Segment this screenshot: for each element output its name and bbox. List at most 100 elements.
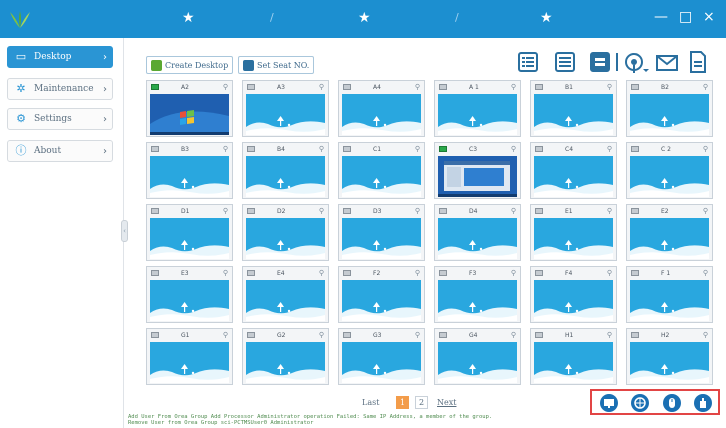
link-icon[interactable]: ⚲ [607,83,612,91]
mail-icon[interactable] [656,54,678,72]
sidebar-item-settings[interactable]: ⚙ Settings › [7,108,113,130]
desktop-tile[interactable]: B4 ⚲ [242,142,329,199]
tile-name: A2 [181,84,189,91]
link-icon[interactable]: ⚲ [511,207,516,215]
link-icon[interactable]: ⚲ [511,145,516,153]
sidebar-collapse-handle[interactable]: ‹ [121,220,128,242]
desktop-screen-thumbnail [342,218,421,259]
link-icon[interactable]: ⚲ [703,145,708,153]
detail-list-icon[interactable] [555,52,575,72]
desktop-tile[interactable]: A2 ⚲ [146,80,233,137]
link-icon[interactable]: ⚲ [223,145,228,153]
tile-header: F2 ⚲ [339,267,424,280]
link-icon[interactable]: ⚲ [319,145,324,153]
desktop-tile[interactable]: D1 ⚲ [146,204,233,261]
link-icon[interactable]: ⚲ [511,269,516,277]
sidebar-item-about[interactable]: ⓘ About › [7,140,113,162]
link-icon[interactable]: ⚲ [607,331,612,339]
link-icon[interactable]: ⚲ [511,331,516,339]
desktop-tile[interactable]: G4 ⚲ [434,328,521,385]
desktop-tile[interactable]: C4 ⚲ [530,142,617,199]
desktop-tile[interactable]: D2 ⚲ [242,204,329,261]
desktop-tile[interactable]: G1 ⚲ [146,328,233,385]
minimize-button[interactable]: — [654,9,668,25]
desktop-tile[interactable]: H1 ⚲ [530,328,617,385]
desktop-tile[interactable]: E3 ⚲ [146,266,233,323]
desktop-tile[interactable]: B1 ⚲ [530,80,617,137]
sidebar-item-desktop[interactable]: ▭ Desktop › [7,46,113,68]
mouse-icon[interactable] [663,394,681,412]
list-icon[interactable] [518,52,538,72]
link-icon[interactable]: ⚲ [415,331,420,339]
chevron-right-icon: › [103,113,107,125]
link-icon[interactable]: ⚲ [607,269,612,277]
link-icon[interactable]: ⚲ [223,331,228,339]
desktop-tile[interactable]: F4 ⚲ [530,266,617,323]
link-icon[interactable]: ⚲ [319,331,324,339]
screen-broadcast-icon[interactable] [600,394,618,412]
monitor-status-icon [535,270,543,276]
desktop-tile[interactable]: B3 ⚲ [146,142,233,199]
link-icon[interactable]: ⚲ [223,83,228,91]
link-icon[interactable]: ⚲ [223,207,228,215]
link-icon[interactable]: ⚲ [607,207,612,215]
link-icon[interactable]: ⚲ [319,207,324,215]
desktop-tile[interactable]: F2 ⚲ [338,266,425,323]
desktop-tile[interactable]: G3 ⚲ [338,328,425,385]
document-icon[interactable] [690,51,706,73]
nav-star-icon[interactable]: ★ [540,10,553,26]
desktop-tile[interactable]: B2 ⚲ [626,80,713,137]
link-icon[interactable]: ⚲ [319,83,324,91]
desktop-tile[interactable]: C1 ⚲ [338,142,425,199]
link-icon[interactable]: ⚲ [223,269,228,277]
pager-last-link[interactable]: Last [362,398,379,407]
gear-icon: ✲ [16,82,26,95]
link-icon[interactable]: ⚲ [415,145,420,153]
desktop-tile[interactable]: E4 ⚲ [242,266,329,323]
desktop-tile[interactable]: E1 ⚲ [530,204,617,261]
broadcast-icon[interactable] [624,52,650,74]
desktop-screen-thumbnail [534,156,613,197]
desktop-tile[interactable]: A 1 ⚲ [434,80,521,137]
link-icon[interactable]: ⚲ [415,83,420,91]
desktop-tile[interactable]: G2 ⚲ [242,328,329,385]
link-icon[interactable]: ⚲ [703,269,708,277]
tile-name: B4 [277,146,285,153]
create-desktop-button[interactable]: Create Desktop [146,56,234,74]
link-icon[interactable]: ⚲ [511,83,516,91]
desktop-tile[interactable]: A4 ⚲ [338,80,425,137]
nav-star-icon[interactable]: ★ [182,10,195,26]
desktop-tile[interactable]: F3 ⚲ [434,266,521,323]
hand-icon[interactable] [694,394,712,412]
link-icon[interactable]: ⚲ [415,269,420,277]
close-button[interactable]: × [703,9,715,25]
tile-name: A4 [373,84,381,91]
link-icon[interactable]: ⚲ [415,207,420,215]
desktop-tile[interactable]: F 1 ⚲ [626,266,713,323]
desktop-tile[interactable]: D3 ⚲ [338,204,425,261]
desktop-tile[interactable]: H2 ⚲ [626,328,713,385]
desktop-screen-thumbnail [342,342,421,383]
nav-star-icon[interactable]: ★ [358,10,371,26]
tile-view-icon[interactable] [590,52,610,72]
link-icon[interactable]: ⚲ [703,207,708,215]
link-icon[interactable]: ⚲ [703,83,708,91]
tile-header: A2 ⚲ [147,81,232,94]
desktop-screen-thumbnail [150,94,229,135]
link-icon[interactable]: ⚲ [319,269,324,277]
maximize-button[interactable]: □ [679,9,692,25]
desktop-tile[interactable]: C3 ⚲ [434,142,521,199]
page-button-1[interactable]: 1 [396,396,409,409]
network-icon[interactable] [631,394,649,412]
sidebar-item-maintenance[interactable]: ✲ Maintenance › [7,78,113,100]
set-seat-button[interactable]: Set Seat NO. [238,56,315,74]
link-icon[interactable]: ⚲ [607,145,612,153]
pager-next-link[interactable]: Next [437,398,456,407]
desktop-tile[interactable]: E2 ⚲ [626,204,713,261]
monitor-status-icon [631,146,639,152]
desktop-tile[interactable]: C 2 ⚲ [626,142,713,199]
page-button-2[interactable]: 2 [415,396,428,409]
desktop-tile[interactable]: A3 ⚲ [242,80,329,137]
desktop-tile[interactable]: D4 ⚲ [434,204,521,261]
link-icon[interactable]: ⚲ [703,331,708,339]
